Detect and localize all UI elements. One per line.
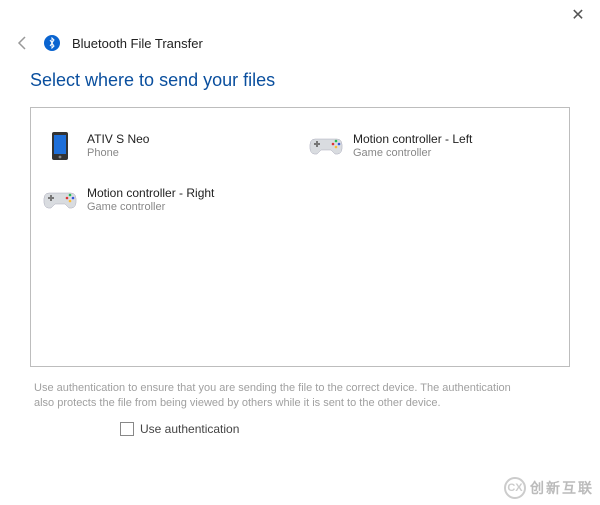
watermark-text: 创新互联 xyxy=(530,478,594,498)
device-list: ATIV S Neo Phone Motion controller - Lef… xyxy=(30,107,570,367)
header: Bluetooth File Transfer xyxy=(0,30,600,62)
device-type: Phone xyxy=(87,147,149,160)
auth-checkbox[interactable] xyxy=(120,422,134,436)
content-area: Select where to send your files ATIV S N… xyxy=(0,62,600,436)
bluetooth-icon xyxy=(44,35,60,51)
device-type: Game controller xyxy=(87,201,214,214)
close-button[interactable]: ✕ xyxy=(568,5,588,25)
device-name: ATIV S Neo xyxy=(87,132,149,146)
page-heading: Select where to send your files xyxy=(30,70,570,91)
watermark-badge: CX xyxy=(504,477,526,499)
titlebar: ✕ xyxy=(0,0,600,30)
device-item[interactable]: Motion controller - Left Game controller xyxy=(305,122,561,170)
device-name: Motion controller - Right xyxy=(87,186,214,200)
device-item[interactable]: ATIV S Neo Phone xyxy=(39,122,295,170)
gamepad-icon xyxy=(43,183,77,217)
help-text: Use authentication to ensure that you ar… xyxy=(30,367,530,418)
gamepad-icon xyxy=(309,129,343,163)
watermark: CX 创新互联 xyxy=(504,477,594,499)
device-name: Motion controller - Left xyxy=(353,132,472,146)
auth-label: Use authentication xyxy=(140,422,239,436)
device-item[interactable]: Motion controller - Right Game controlle… xyxy=(39,176,295,224)
back-button[interactable] xyxy=(14,34,32,52)
phone-icon xyxy=(43,129,77,163)
auth-row: Use authentication xyxy=(120,422,570,436)
window-title: Bluetooth File Transfer xyxy=(72,36,203,51)
device-type: Game controller xyxy=(353,147,472,160)
